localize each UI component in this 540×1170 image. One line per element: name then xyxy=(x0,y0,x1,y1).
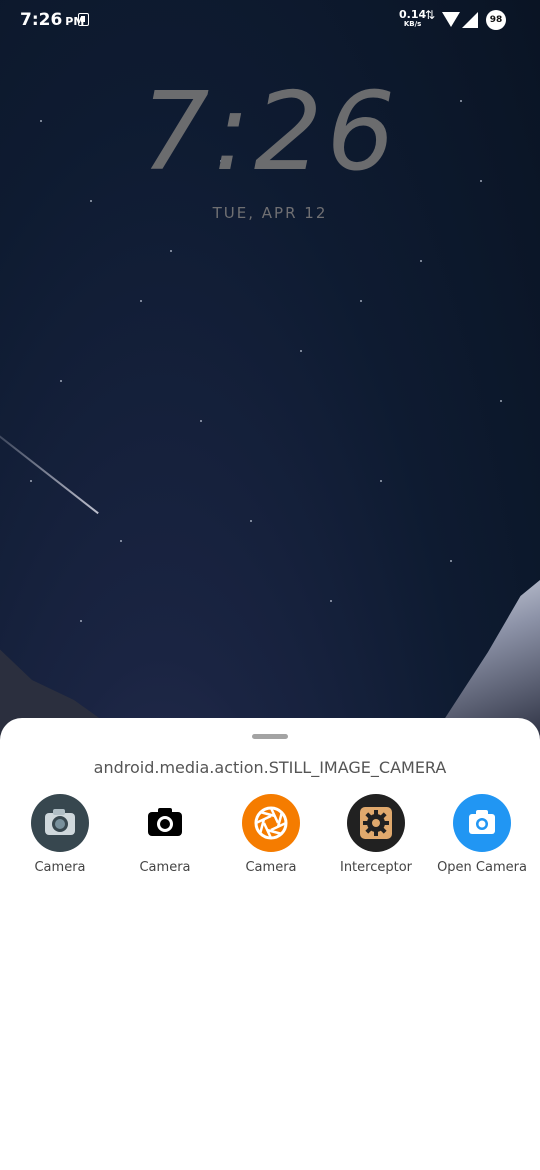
notification-icon xyxy=(78,13,89,26)
drag-handle[interactable] xyxy=(252,734,288,739)
camera-grey-icon xyxy=(31,794,89,852)
gear-icon xyxy=(347,794,405,852)
status-time: 7:26 PM xyxy=(20,10,85,30)
app-label: Interceptor xyxy=(339,860,413,875)
camera-blue-icon xyxy=(453,794,511,852)
app-interceptor[interactable]: Interceptor xyxy=(323,794,429,875)
lockscreen-clock: 7:26 xyxy=(140,70,400,195)
network-speed: 0.14 KB/s xyxy=(399,8,427,28)
wifi-icon xyxy=(442,12,460,27)
app-camera-2[interactable]: Camera xyxy=(112,794,218,875)
status-bar: 7:26 PM 0.14 KB/s ⇅ 98 xyxy=(0,0,540,40)
app-label: Camera xyxy=(139,860,191,875)
camera-black-icon xyxy=(136,794,194,852)
data-arrows-icon: ⇅ xyxy=(425,8,436,22)
chooser-title: android.media.action.STILL_IMAGE_CAMERA xyxy=(93,758,447,777)
app-camera-1[interactable]: Camera xyxy=(7,794,113,875)
app-label: Camera xyxy=(245,860,297,875)
app-open-camera[interactable]: Open Camera xyxy=(429,794,535,875)
chooser-sheet: android.media.action.STILL_IMAGE_CAMERA … xyxy=(0,718,540,1170)
signal-icon xyxy=(462,12,478,28)
lockscreen-date: TUE, APR 12 xyxy=(212,204,328,222)
app-camera-3[interactable]: Camera xyxy=(218,794,324,875)
aperture-orange-icon xyxy=(242,794,300,852)
app-label: Camera xyxy=(34,860,86,875)
battery-icon: 98 xyxy=(486,10,506,30)
mountain-right xyxy=(410,580,540,740)
app-label: Open Camera xyxy=(437,860,527,875)
shooting-star xyxy=(0,420,99,515)
